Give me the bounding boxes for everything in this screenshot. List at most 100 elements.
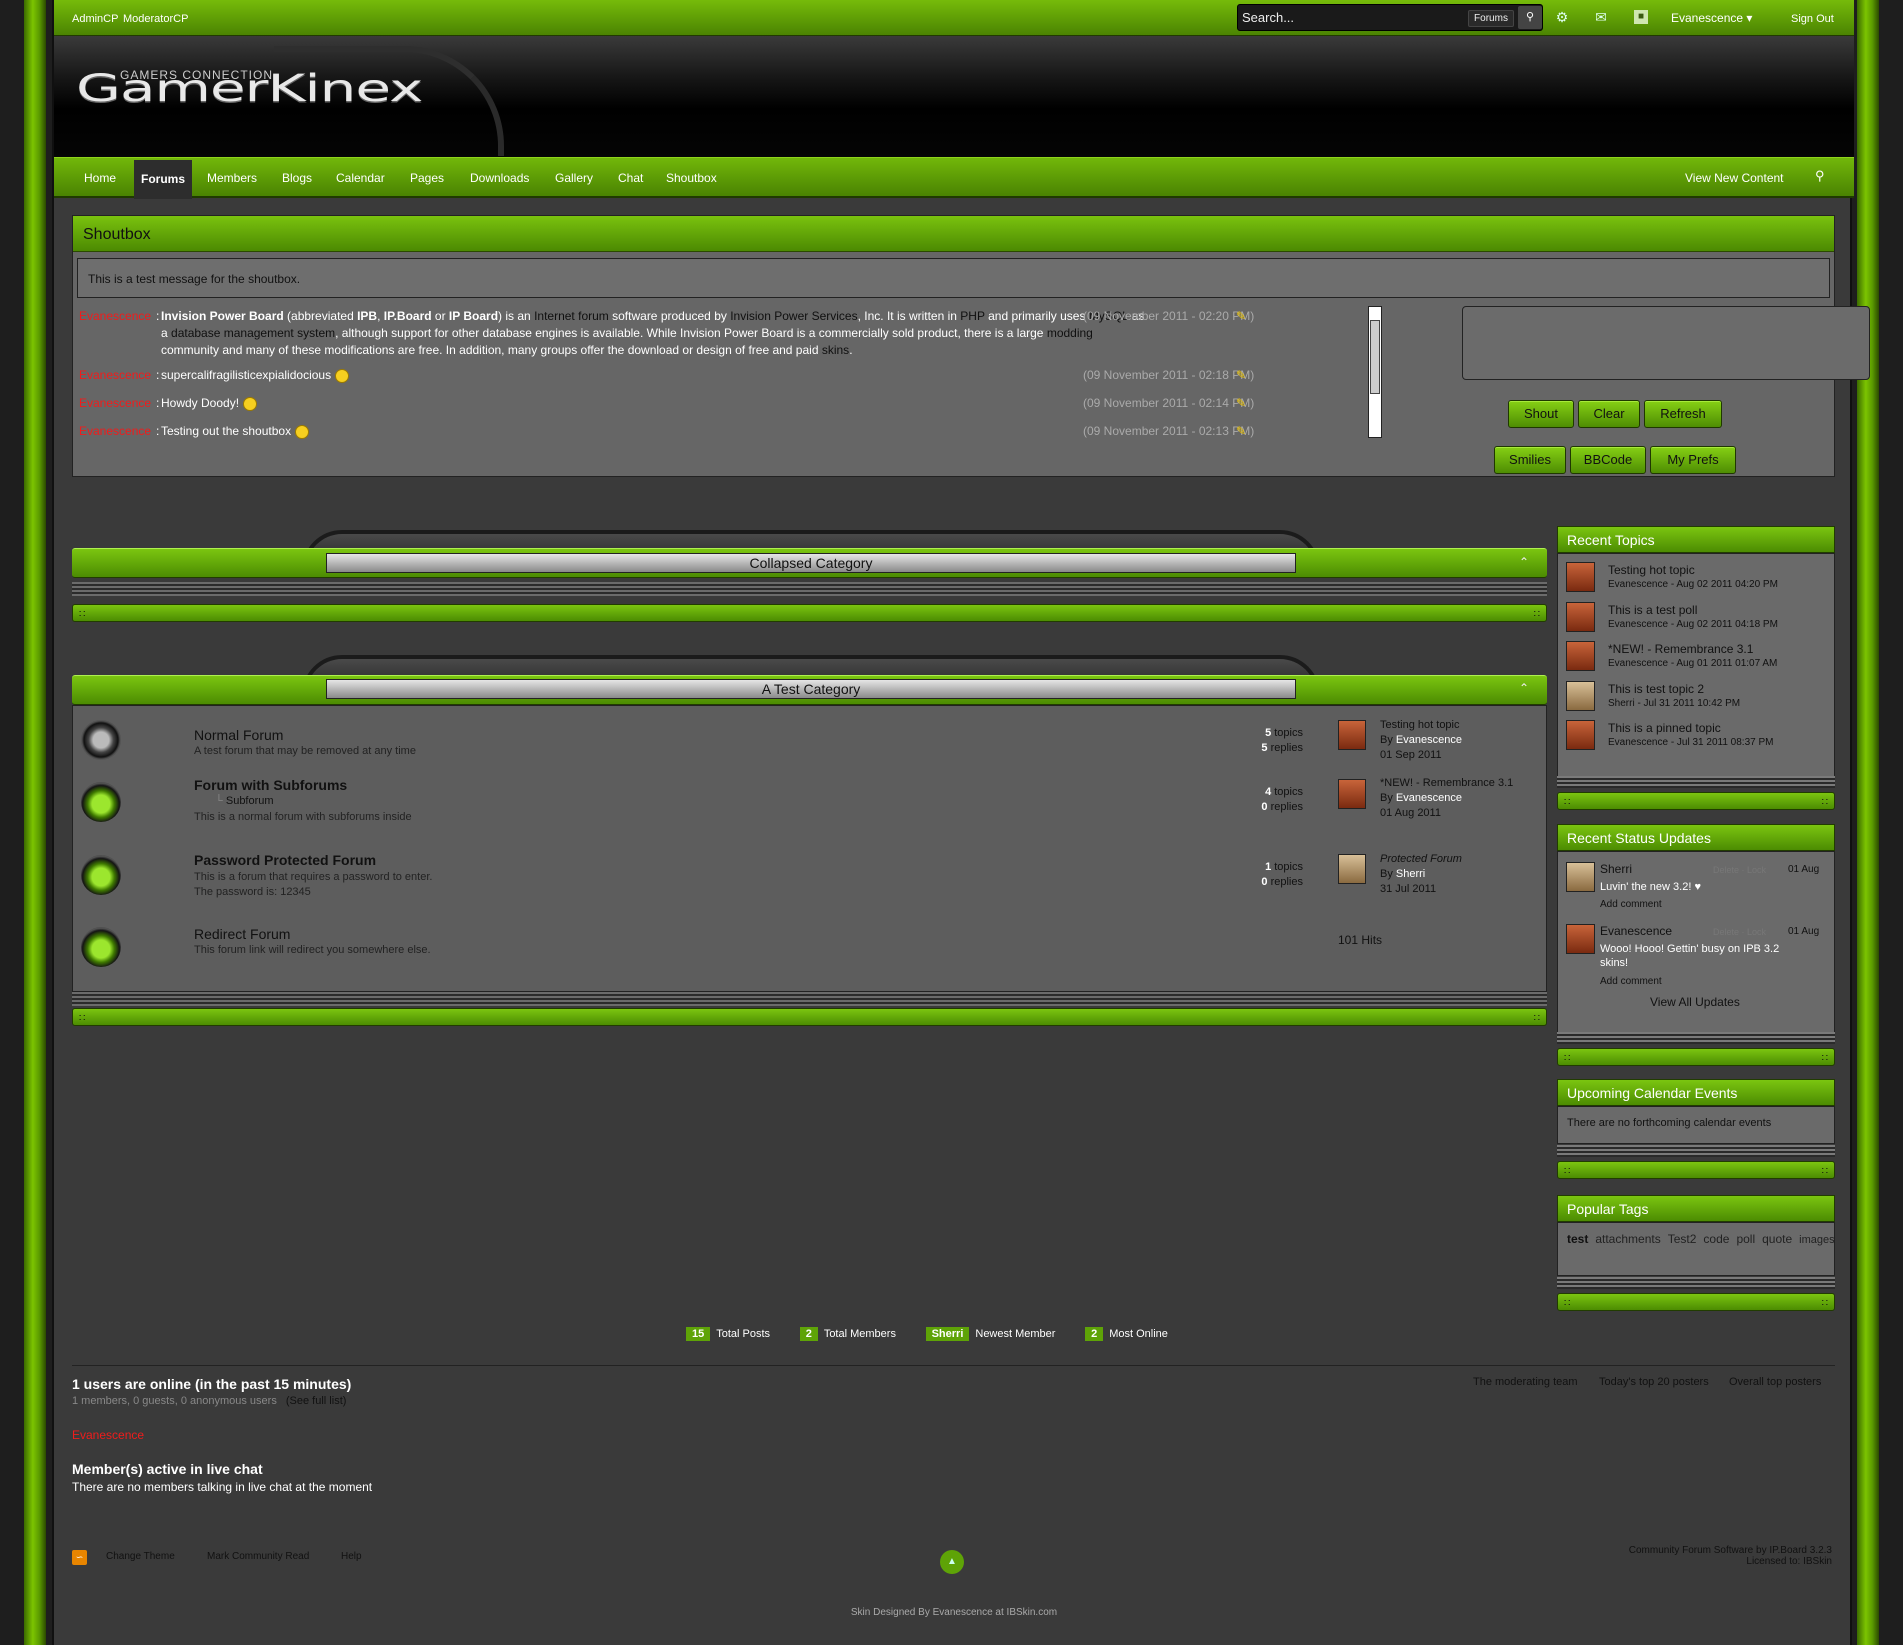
shout-username[interactable]: Evanescence	[79, 367, 151, 384]
skin-credit[interactable]: Skin Designed By Evanescence at IBSkin.c…	[54, 1607, 1854, 1618]
last-post-title[interactable]: Testing hot topic	[1380, 719, 1460, 731]
forum-name[interactable]: Password Protected Forum	[194, 852, 376, 868]
forum-unread-status-icon[interactable]	[81, 855, 121, 895]
last-post-author[interactable]: Sherri	[1396, 868, 1425, 880]
collapse-toggle-icon[interactable]: ⌃	[1516, 681, 1532, 695]
back-to-top-arrow-icon[interactable]: ▲	[940, 1550, 964, 1574]
last-poster-avatar[interactable]	[1338, 779, 1366, 809]
notifications-icon[interactable]: ■	[1634, 10, 1648, 24]
category-title[interactable]: A Test Category	[326, 679, 1296, 699]
nav-blogs[interactable]: Blogs	[282, 171, 312, 185]
sign-out-link[interactable]: Sign Out	[1791, 13, 1834, 25]
edit-pencil-icon[interactable]: ✎	[1236, 395, 1246, 412]
shout-link-term[interactable]: PHP	[960, 309, 984, 323]
edit-pencil-icon[interactable]: ✎	[1236, 423, 1246, 440]
nav-pages[interactable]: Pages	[410, 171, 444, 185]
nav-forums[interactable]: Forums	[134, 160, 193, 199]
change-theme-link[interactable]: Change Theme	[106, 1551, 175, 1562]
avatar[interactable]	[1566, 602, 1595, 632]
recent-topic-title[interactable]: This is a pinned topic	[1608, 721, 1721, 735]
avatar[interactable]	[1566, 862, 1595, 892]
search-scope-button[interactable]: Forums	[1468, 10, 1514, 27]
scrollbar-thumb[interactable]	[1370, 320, 1380, 394]
top-20-posters-link[interactable]: Today's top 20 posters	[1599, 1376, 1709, 1388]
see-full-list-link[interactable]: (See full list)	[286, 1395, 347, 1407]
shout-link-term[interactable]: modding	[1047, 326, 1093, 340]
shout-button[interactable]: Shout	[1508, 400, 1574, 428]
tag-link[interactable]: code	[1703, 1232, 1729, 1246]
last-post-title[interactable]: *NEW! - Remembrance 3.1	[1380, 777, 1513, 789]
settings-gear-icon[interactable]: ⚙	[1553, 8, 1571, 26]
shout-username[interactable]: Evanescence	[79, 395, 151, 412]
last-post-author[interactable]: Evanescence	[1396, 734, 1462, 746]
nav-members[interactable]: Members	[207, 171, 257, 185]
forum-name[interactable]: Normal Forum	[194, 727, 283, 743]
overall-top-posters-link[interactable]: Overall top posters	[1729, 1376, 1821, 1388]
nav-home[interactable]: Home	[84, 171, 116, 185]
avatar[interactable]	[1566, 681, 1595, 711]
forum-read-status-icon[interactable]	[81, 720, 121, 760]
map-pin-icon[interactable]: ⚲	[1815, 168, 1825, 184]
shout-link-term[interactable]: database management system	[171, 326, 335, 340]
shout-link-term[interactable]: skins	[822, 343, 849, 357]
nav-shoutbox[interactable]: Shoutbox	[666, 171, 717, 185]
stat-value[interactable]: Sherri	[925, 1327, 970, 1341]
nav-chat[interactable]: Chat	[618, 171, 643, 185]
online-user-link[interactable]: Evanescence	[72, 1428, 144, 1442]
site-logo[interactable]: GamerKinex	[76, 66, 423, 110]
forum-name[interactable]: Redirect Forum	[194, 926, 290, 942]
shout-username[interactable]: Evanescence	[79, 423, 151, 440]
add-comment-link[interactable]: Add comment	[1600, 976, 1662, 987]
edit-pencil-icon[interactable]: ✎	[1236, 308, 1246, 325]
tag-link[interactable]: test	[1567, 1232, 1588, 1246]
last-poster-avatar[interactable]	[1338, 720, 1366, 750]
forum-name[interactable]: Forum with Subforums	[194, 777, 347, 793]
tag-link[interactable]: Test2	[1668, 1232, 1697, 1246]
avatar[interactable]	[1566, 641, 1595, 671]
recent-topic-title[interactable]: This is test topic 2	[1608, 682, 1704, 696]
messenger-envelope-icon[interactable]: ✉	[1592, 8, 1610, 26]
last-poster-avatar[interactable]	[1338, 854, 1366, 884]
recent-topic-title[interactable]: *NEW! - Remembrance 3.1	[1608, 642, 1753, 656]
status-author[interactable]: Sherri	[1600, 862, 1632, 876]
last-post-author[interactable]: Evanescence	[1396, 792, 1462, 804]
shout-link-term[interactable]: Internet	[534, 309, 575, 323]
forum-unread-status-icon[interactable]	[81, 782, 121, 822]
status-actions[interactable]: Delete · Lock	[1713, 927, 1766, 937]
recent-topic-title[interactable]: This is a test poll	[1608, 603, 1697, 617]
moderating-team-link[interactable]: The moderating team	[1473, 1376, 1578, 1388]
view-new-content-link[interactable]: View New Content	[1685, 171, 1784, 185]
status-author[interactable]: Evanescence	[1600, 924, 1672, 938]
search-input[interactable]	[1242, 8, 1462, 27]
user-menu[interactable]: Evanescence ▾	[1671, 11, 1752, 25]
clear-button[interactable]: Clear	[1578, 400, 1640, 428]
shout-link-term[interactable]: forum	[578, 309, 609, 323]
view-all-updates-link[interactable]: View All Updates	[1650, 995, 1740, 1009]
tag-link[interactable]: attachments	[1595, 1232, 1660, 1246]
tag-link[interactable]: images	[1799, 1234, 1834, 1246]
mark-community-read-link[interactable]: Mark Community Read	[207, 1551, 309, 1562]
nav-gallery[interactable]: Gallery	[555, 171, 593, 185]
shoutbox-scrollbar[interactable]	[1368, 306, 1382, 438]
expand-toggle-icon[interactable]: ⌃	[1516, 555, 1532, 569]
software-credit[interactable]: Community Forum Software by IP.Board 3.2…	[1629, 1545, 1832, 1556]
edit-pencil-icon[interactable]: ✎	[1236, 367, 1246, 384]
tag-link[interactable]: quote	[1762, 1232, 1792, 1246]
subforum-link[interactable]: Subforum	[215, 795, 274, 807]
rss-feed-icon[interactable]: ∽	[72, 1550, 87, 1565]
avatar[interactable]	[1566, 924, 1595, 954]
search-button[interactable]: ⚲	[1518, 6, 1542, 29]
moderatorcp-link[interactable]: ModeratorCP	[123, 13, 188, 25]
category-title[interactable]: Collapsed Category	[326, 553, 1296, 573]
nav-downloads[interactable]: Downloads	[470, 171, 529, 185]
help-link[interactable]: Help	[341, 1551, 362, 1562]
smilies-button[interactable]: Smilies	[1494, 446, 1566, 474]
add-comment-link[interactable]: Add comment	[1600, 899, 1662, 910]
nav-calendar[interactable]: Calendar	[336, 171, 385, 185]
redirect-forum-icon[interactable]	[81, 927, 121, 967]
shout-link-term[interactable]: Invision Power Services	[730, 309, 857, 323]
shout-textarea[interactable]	[1462, 306, 1870, 380]
avatar[interactable]	[1566, 720, 1595, 750]
bbcode-button[interactable]: BBCode	[1570, 446, 1646, 474]
avatar[interactable]	[1566, 562, 1595, 592]
